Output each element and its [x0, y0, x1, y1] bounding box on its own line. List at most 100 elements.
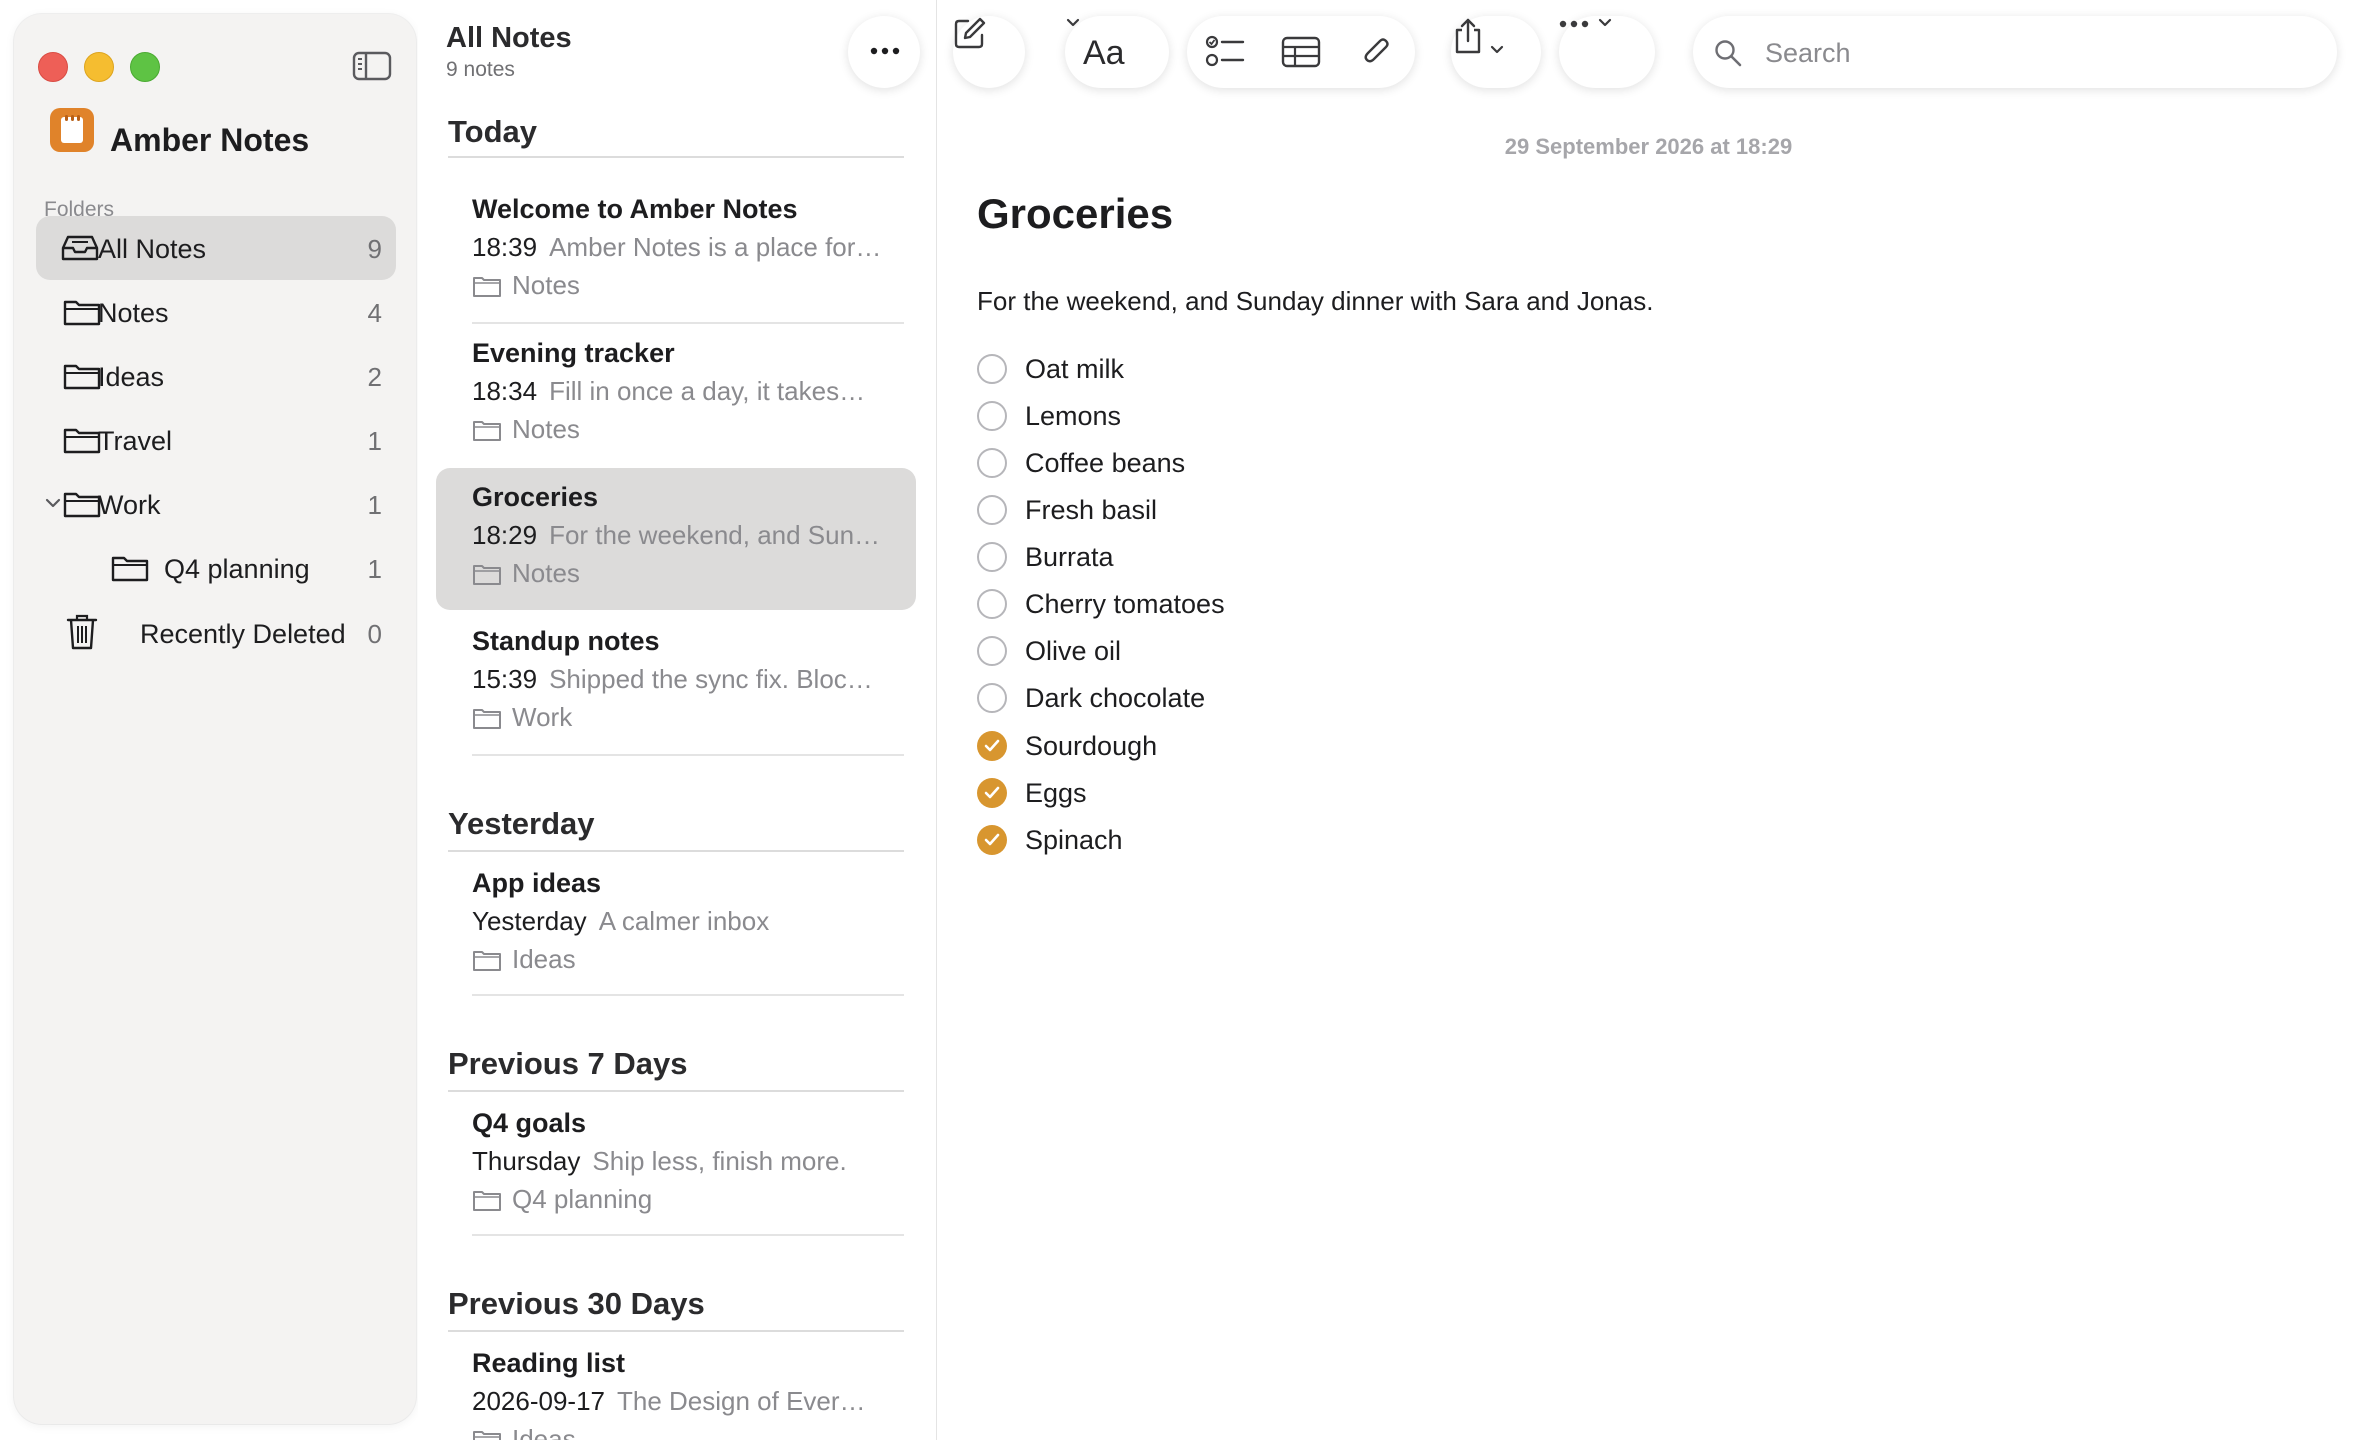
checklist-item-label[interactable]: Coffee beans	[1025, 448, 1185, 479]
sidebar-item-ideas[interactable]: Ideas 2	[36, 344, 396, 408]
checkbox[interactable]	[977, 354, 1007, 384]
note-preview: A calmer inbox	[598, 906, 770, 936]
checkbox[interactable]	[977, 636, 1007, 666]
checklist-item-label[interactable]: Dark chocolate	[1025, 683, 1205, 714]
sidebar-item-q4-planning[interactable]: Q4 planning 1	[36, 536, 396, 600]
checklist-button[interactable]	[1187, 16, 1263, 88]
section-header-yesterday: Yesterday	[448, 806, 595, 841]
table-icon	[1281, 36, 1321, 68]
share-button[interactable]	[1451, 16, 1541, 88]
folder-name: Recently Deleted	[140, 619, 346, 649]
new-note-button[interactable]	[953, 16, 1025, 88]
note-title: Standup notes	[472, 626, 660, 656]
section-header-previous-7-days: Previous 7 Days	[448, 1046, 688, 1081]
format-button[interactable]: Aa	[1065, 16, 1169, 88]
search-box	[1693, 16, 2337, 88]
checklist-item-label[interactable]: Oat milk	[1025, 354, 1124, 385]
maximize-window-button[interactable]	[130, 52, 160, 82]
folder-count: 0	[367, 619, 382, 649]
paperclip-icon	[1364, 38, 1389, 63]
note-item[interactable]: Evening tracker 18:34 Fill in once a day,…	[436, 324, 916, 466]
checklist-item-label[interactable]: Spinach	[1025, 825, 1123, 856]
more-options-button[interactable]	[1559, 16, 1655, 88]
section-divider	[448, 1090, 904, 1092]
folder-count: 2	[367, 362, 382, 392]
app-logo-icon	[50, 108, 94, 152]
checklist-icon	[1205, 35, 1245, 67]
folder-count: 1	[367, 426, 382, 456]
note-item[interactable]: Standup notes 15:39 Shipped the sync fix.…	[436, 612, 916, 754]
note-heading[interactable]: Groceries	[977, 190, 1173, 238]
note-date: 29 September 2026 at 18:29	[1504, 134, 1793, 159]
note-time: 2026-09-17	[472, 1386, 605, 1416]
list-more-button[interactable]	[848, 16, 920, 88]
table-button[interactable]	[1263, 16, 1339, 88]
checkbox-checked[interactable]	[977, 731, 1007, 761]
folder-name: Ideas	[98, 362, 165, 392]
sidebar-item-notes[interactable]: Notes 4	[36, 280, 396, 344]
note-time: 18:29	[472, 520, 538, 550]
note-item[interactable]: Q4 goals Thursday Ship less, finish more.…	[436, 1094, 916, 1236]
checklist-item-label[interactable]: Olive oil	[1025, 636, 1121, 667]
note-time: 18:39	[472, 232, 538, 262]
section-divider	[448, 1330, 904, 1332]
checkbox[interactable]	[977, 401, 1007, 431]
checkbox[interactable]	[977, 542, 1007, 572]
folder-name: Notes	[98, 298, 169, 328]
note-time: 18:34	[472, 376, 538, 406]
section-header-today: Today	[448, 114, 537, 149]
checkmark-icon	[984, 833, 1000, 846]
checklist-item-label[interactable]: Lemons	[1025, 401, 1121, 432]
note-preview: Amber Notes is a place for…	[549, 232, 882, 262]
note-item[interactable]: Welcome to Amber Notes 18:39 Amber Notes …	[436, 180, 916, 322]
checklist-item: Lemons	[977, 395, 1577, 439]
share-icon	[1455, 18, 1481, 54]
folder-name: Work	[98, 490, 161, 520]
checkbox[interactable]	[977, 495, 1007, 525]
insert-toolbar-group	[1187, 16, 1415, 88]
chevron-down-icon	[1599, 18, 1612, 27]
note-item[interactable]: App ideas Yesterday A calmer inbox Ideas	[436, 854, 916, 996]
note-preview: Shipped the sync fix. Bloc…	[549, 664, 873, 694]
checkbox-checked[interactable]	[977, 825, 1007, 855]
checkbox[interactable]	[977, 589, 1007, 619]
sidebar-item-all-notes[interactable]: All Notes 9	[36, 216, 396, 280]
chevron-down-icon	[1066, 18, 1080, 27]
checkbox[interactable]	[977, 448, 1007, 478]
note-list: All Notes 9 notes Today Welcome to Amber…	[418, 0, 937, 1440]
checklist-item-label[interactable]: Fresh basil	[1025, 495, 1157, 526]
checklist-item-label[interactable]: Burrata	[1025, 542, 1114, 573]
checklist-item-label[interactable]: Eggs	[1025, 778, 1087, 809]
checklist-item-label[interactable]: Cherry tomatoes	[1025, 589, 1225, 620]
note-body-text[interactable]: For the weekend, and Sunday dinner with …	[977, 286, 1653, 317]
search-input[interactable]	[1763, 32, 2307, 74]
folder-icon	[473, 421, 501, 441]
trash-icon	[66, 614, 98, 650]
close-window-button[interactable]	[38, 52, 68, 82]
format-label: Aa	[1083, 34, 1125, 72]
checklist-item-label[interactable]: Sourdough	[1025, 731, 1157, 762]
note-item-selected[interactable]: Groceries 18:29 For the weekend, and Sun……	[436, 468, 916, 610]
list-note-count: 9 notes	[446, 58, 515, 81]
minimize-window-button[interactable]	[84, 52, 114, 82]
note-item[interactable]: Reading list 2026-09-17 The Design of Eve…	[436, 1334, 916, 1440]
checklist-item: Fresh basil	[977, 489, 1577, 533]
sidebar-toggle-button[interactable]	[350, 48, 394, 84]
checkbox-checked[interactable]	[977, 778, 1007, 808]
checklist-item: Oat milk	[977, 348, 1577, 392]
folder-icon	[473, 1431, 501, 1440]
folder-name: All Notes	[98, 234, 207, 264]
sidebar-item-work[interactable]: Work 1	[36, 472, 396, 536]
checkbox[interactable]	[977, 683, 1007, 713]
sidebar-item-recently-deleted[interactable]: Recently Deleted 0	[36, 601, 396, 665]
note-folder: Notes	[512, 558, 580, 588]
note-title: Evening tracker	[472, 338, 675, 368]
checkmark-icon	[984, 739, 1000, 752]
folder-icon	[63, 364, 101, 390]
attach-button[interactable]	[1339, 16, 1415, 88]
folder-count: 1	[367, 554, 382, 584]
note-preview: Fill in once a day, it takes…	[549, 376, 866, 406]
sidebar-item-travel[interactable]: Travel 1	[36, 408, 396, 472]
chevron-down-icon[interactable]	[44, 496, 62, 510]
folder-name: Q4 planning	[164, 554, 310, 584]
